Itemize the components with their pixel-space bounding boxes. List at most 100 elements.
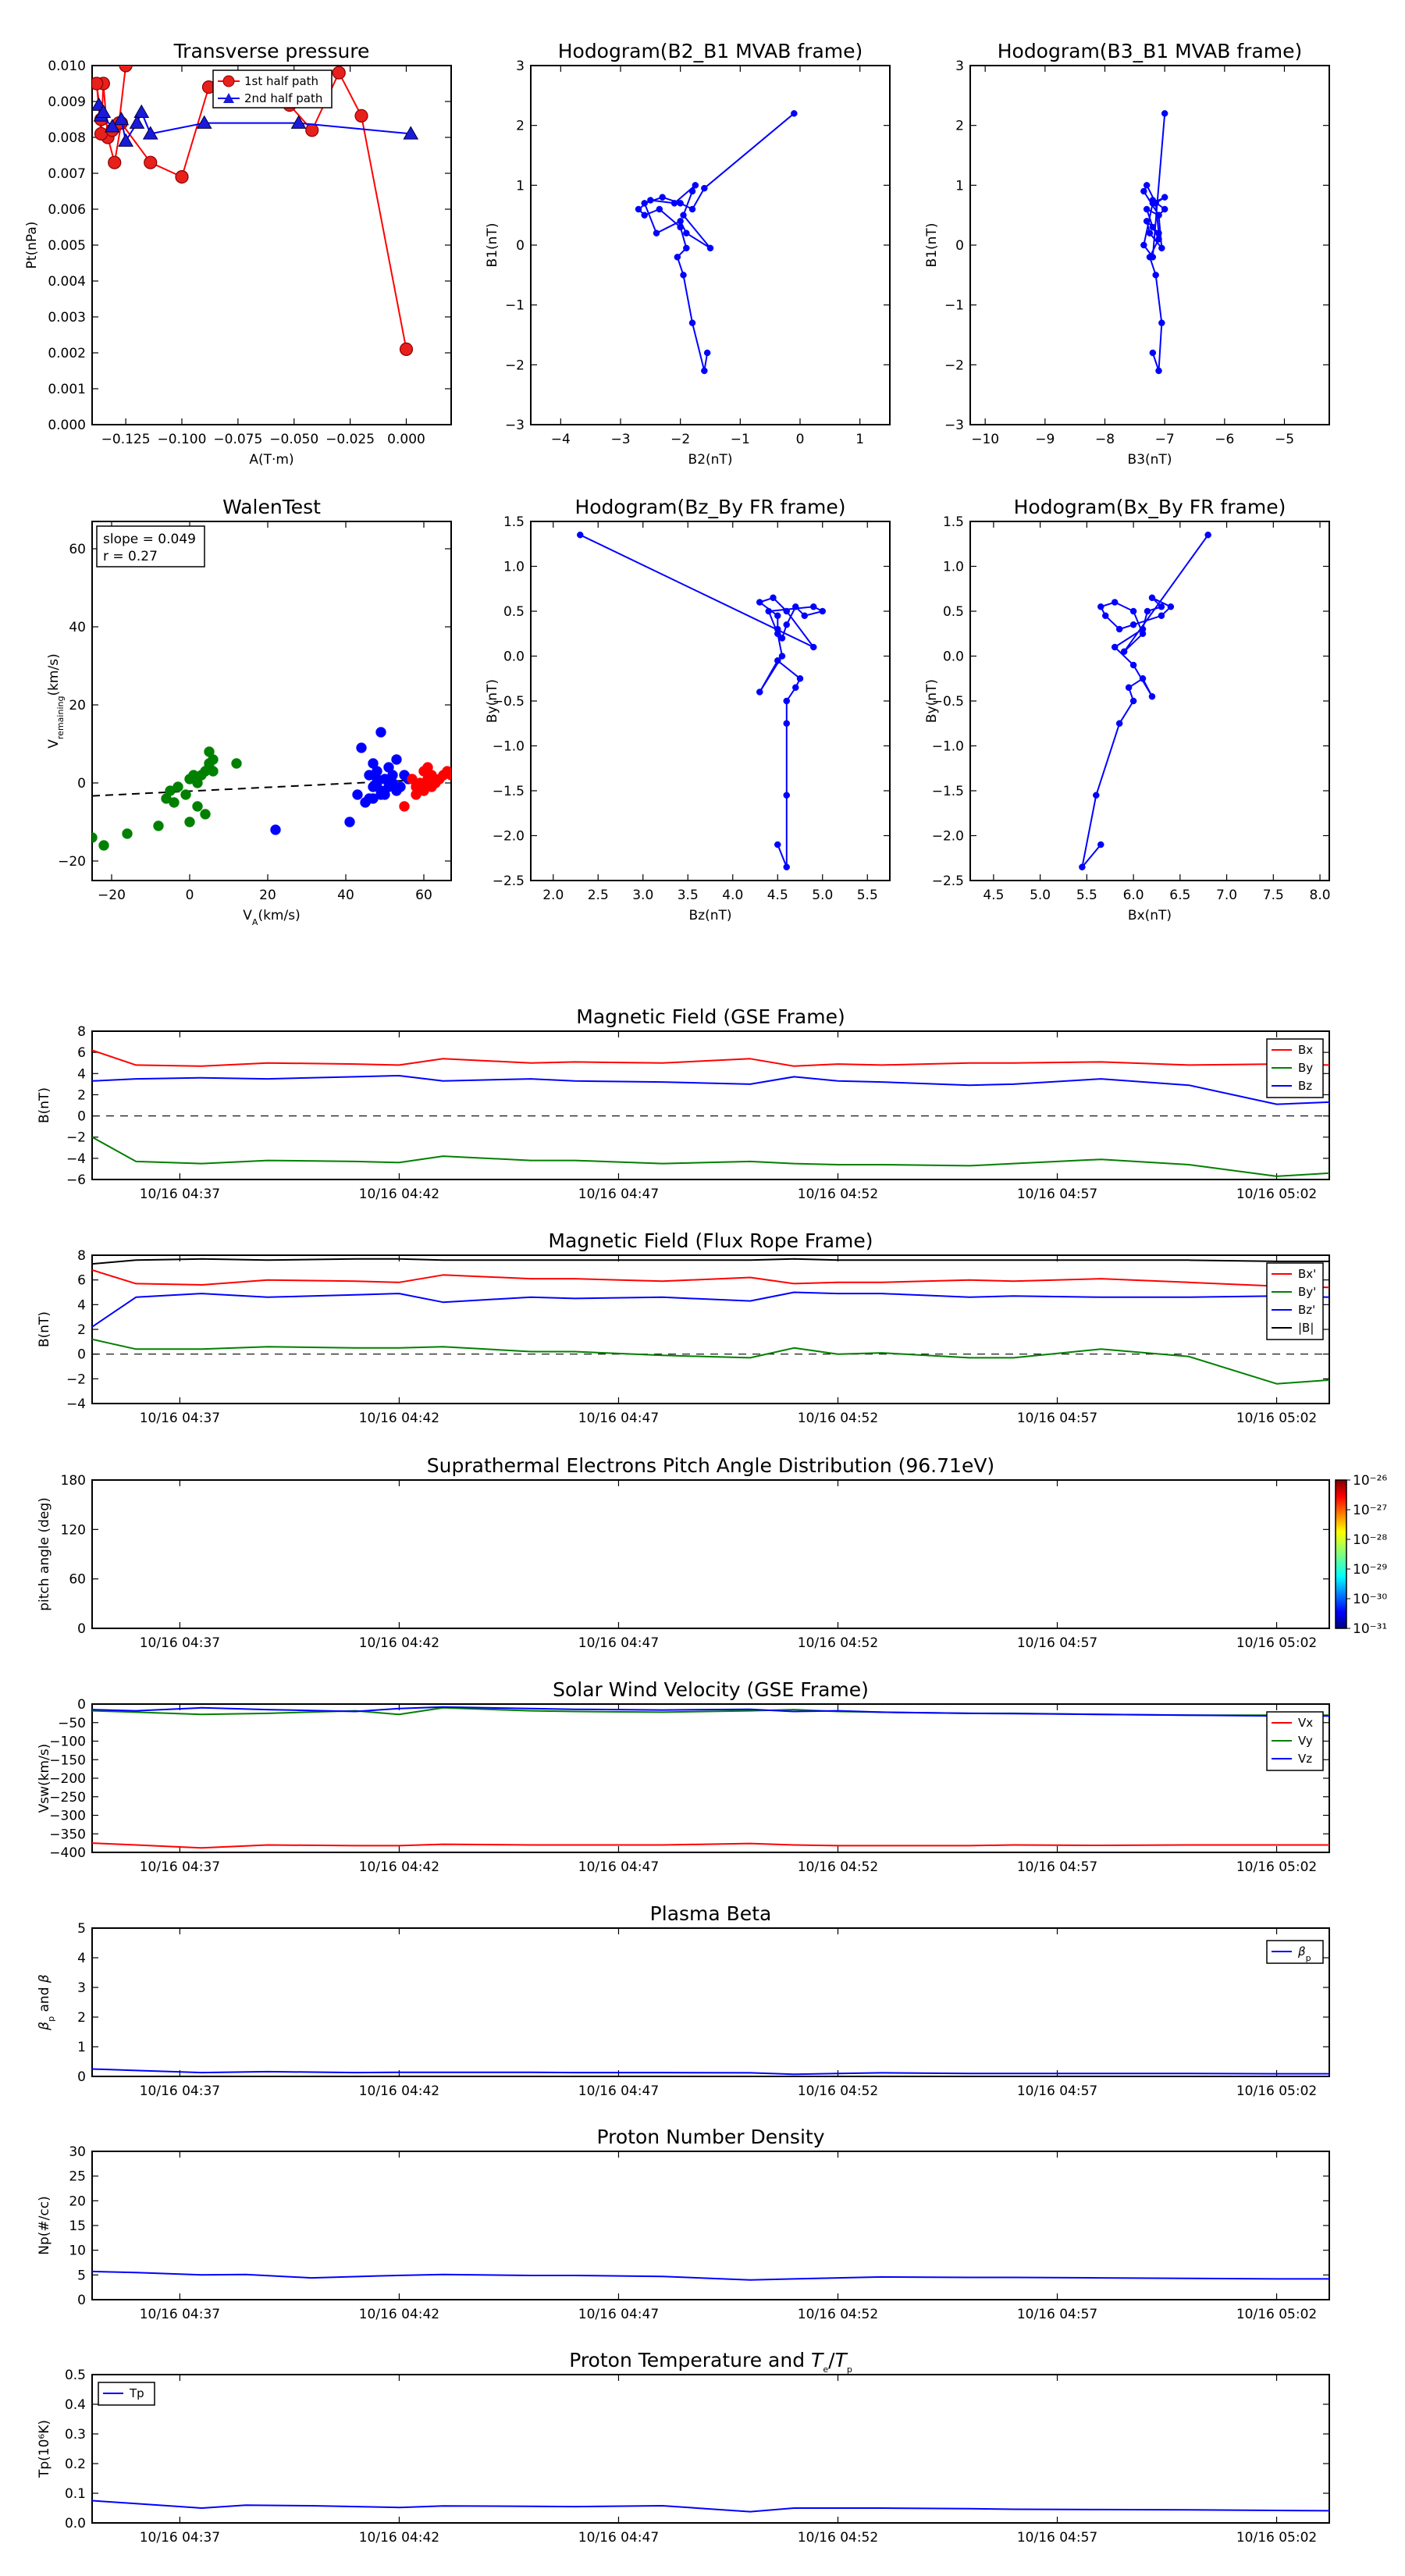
- y-axis-label: B(nT): [37, 1311, 52, 1347]
- x-tick-label: 10/16 04:47: [578, 1411, 659, 1426]
- x-tick-label: 10/16 04:47: [578, 2530, 659, 2546]
- data-point: [677, 218, 684, 225]
- data-point: [1115, 625, 1123, 633]
- y-tick-label: −2: [505, 358, 525, 373]
- data-point: [810, 643, 817, 651]
- data-point: [399, 342, 414, 356]
- y-tick-label: 0: [955, 238, 964, 254]
- y-tick-label: 0.5: [503, 604, 525, 620]
- y-tick-label: 0.5: [65, 2368, 86, 2383]
- series-line-blue: [92, 1291, 1329, 1328]
- chart-bgse: 10/16 04:37 10/16 04:42 10/16 04:47 10/16 0…: [37, 1005, 1330, 1202]
- data-point: [1149, 254, 1157, 261]
- x-tick-label: 3.5: [678, 888, 699, 903]
- x-tick-label: 10/16 04:37: [140, 1859, 220, 1875]
- y-axis-label-part: V: [46, 739, 62, 749]
- data-point: [422, 777, 433, 788]
- data-point: [703, 349, 711, 357]
- x-tick-label: 10/16 05:02: [1236, 2530, 1317, 2546]
- x-tick-label: 10/16 04:57: [1017, 1859, 1097, 1875]
- plot-frame: [91, 1703, 1330, 1853]
- x-tick-label: 4.0: [722, 888, 743, 903]
- y-axis-label-part: and: [37, 1983, 52, 2016]
- chart-beta: 10/16 04:37 10/16 04:42 10/16 04:47 10/16 0…: [37, 1902, 1330, 2099]
- data-point: [332, 66, 346, 80]
- y-tick-label: 2: [516, 119, 525, 134]
- plot-frame: [91, 65, 452, 425]
- data-point: [756, 688, 763, 696]
- x-axis-label: B2(nT): [688, 452, 733, 468]
- data-point: [1097, 841, 1104, 849]
- data-point: [1155, 212, 1162, 219]
- data-point: [653, 229, 660, 237]
- x-tick-label: 8.0: [1310, 888, 1331, 903]
- x-tick-label: 10/16 04:42: [359, 1187, 439, 1202]
- data-point: [180, 789, 191, 800]
- y-axis-label-part: β: [37, 1974, 52, 1984]
- y-tick-label: 0.3: [65, 2427, 86, 2443]
- chart-vsw: 10/16 04:37 10/16 04:42 10/16 04:47 10/16 0…: [37, 1678, 1330, 1875]
- y-tick-label: −2.0: [493, 829, 525, 845]
- data-point: [641, 212, 648, 219]
- x-axis-label-part: V: [243, 908, 252, 923]
- y-tick-label: 0.006: [48, 202, 86, 218]
- y-tick-label: 0.000: [48, 418, 86, 433]
- y-tick-label: −4: [66, 1397, 86, 1412]
- x-tick-label: 0: [796, 432, 805, 447]
- data-point: [1155, 367, 1162, 375]
- legend-label: Bz': [1298, 1303, 1315, 1317]
- data-point: [774, 625, 781, 633]
- y-axis-label: B1(nT): [485, 223, 500, 268]
- x-tick-label: 4.5: [767, 888, 788, 903]
- data-point: [399, 801, 410, 812]
- data-point: [1161, 194, 1168, 201]
- x-tick-label: 10/16 04:52: [798, 1859, 878, 1875]
- legend-label: |B|: [1298, 1321, 1314, 1335]
- data-point: [1158, 319, 1165, 326]
- x-tick-label: 3.0: [632, 888, 653, 903]
- colorbar-tick-label: 10⁻³⁰: [1353, 1592, 1387, 1607]
- y-tick-label: 0.003: [48, 310, 86, 326]
- data-point: [688, 187, 696, 195]
- data-point: [1149, 223, 1157, 231]
- data-point: [153, 820, 164, 831]
- plot-area: [92, 1258, 1329, 1385]
- figure-canvas: −0.125 −0.100 −0.075 −0.050 −0.025 0.0000.000…: [24, 40, 1387, 2546]
- legend-label-part: β: [1297, 1944, 1306, 1959]
- x-tick-label: 2.5: [588, 888, 609, 903]
- y-tick-label: −1.5: [932, 784, 964, 799]
- x-tick-label: 10/16 05:02: [1236, 1859, 1317, 1875]
- data-point: [1144, 607, 1151, 615]
- y-tick-label: 0: [77, 2293, 86, 2308]
- data-point: [783, 621, 790, 628]
- data-point: [395, 781, 406, 792]
- y-tick-label: −150: [49, 1752, 86, 1768]
- data-point: [173, 781, 183, 792]
- y-tick-label: 1.0: [943, 560, 964, 575]
- y-tick-label: 4: [77, 1066, 86, 1082]
- y-tick-label: 0: [77, 1347, 86, 1363]
- data-point: [778, 653, 786, 660]
- x-tick-label: 60: [415, 888, 432, 903]
- y-tick-label: 8: [77, 1248, 86, 1264]
- y-tick-label: −4: [66, 1151, 86, 1167]
- y-tick-label: 1: [955, 178, 964, 194]
- x-tick-label: 7.5: [1263, 888, 1284, 903]
- series-line-blue: [92, 2068, 1329, 2076]
- y-tick-label: −50: [58, 1716, 86, 1731]
- x-tick-label: 5.0: [1030, 888, 1051, 903]
- x-tick-label: 10/16 05:02: [1236, 1411, 1317, 1426]
- data-point: [810, 603, 817, 610]
- series-line-red: [92, 1269, 1329, 1289]
- y-tick-label: 180: [61, 1473, 86, 1489]
- chart-h3: 2.0 2.5 3.0 3.5 4.0 4.5 5.0 5.5 −2.5 −2.0 −1.5 −1.0…: [485, 496, 891, 923]
- y-tick-label: 6: [77, 1045, 86, 1061]
- y-tick-label: 0.007: [48, 166, 86, 182]
- data-point: [368, 793, 379, 804]
- series-line-blue: [92, 2270, 1329, 2281]
- y-tick-label: 0.008: [48, 130, 86, 146]
- x-tick-label: −20: [98, 888, 126, 903]
- data-point: [144, 155, 158, 169]
- data-point: [680, 272, 687, 279]
- chart-bfr: 10/16 04:37 10/16 04:42 10/16 04:47 10/16 0…: [37, 1229, 1330, 1426]
